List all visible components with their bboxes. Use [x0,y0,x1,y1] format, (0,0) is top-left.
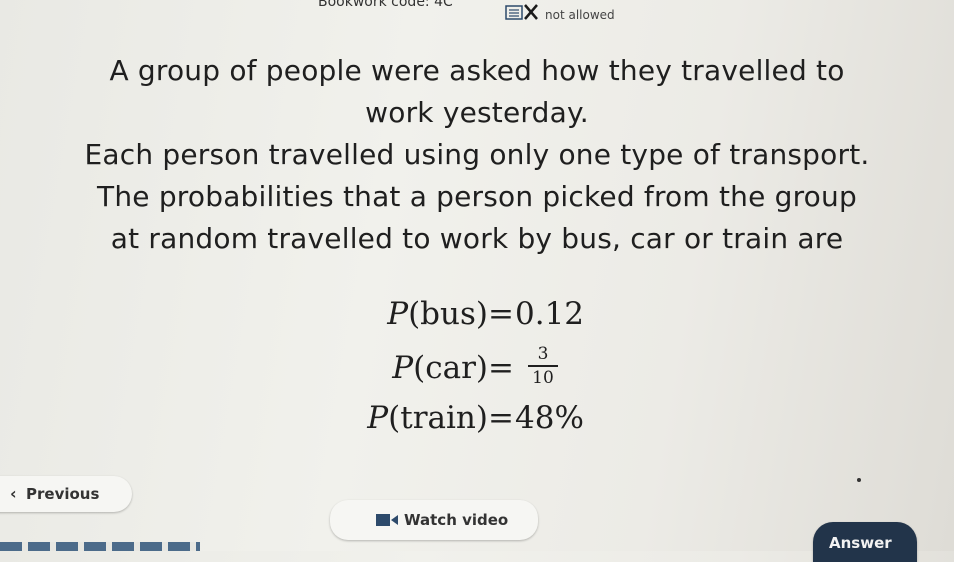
progress-strip [0,542,200,551]
question-line: A group of people were asked how they tr… [109,54,845,87]
bookwork-code: Bookwork code: 4C [318,0,453,10]
probability-car: P(car) = 3 10 [0,344,954,396]
probability-bus: P(bus) = 0.12 [387,296,585,332]
top-bar: Bookwork code: 4C not allowed [0,0,954,26]
calculator-not-allowed-icon [505,4,538,20]
probability-train-value: 48% [515,400,584,436]
probability-train: P(train) = 48% [367,400,584,436]
video-camera-icon [376,514,398,526]
question-line: at random travelled to work by bus, car … [110,222,844,255]
watch-video-button[interactable]: Watch video [330,500,538,540]
calculator-status: not allowed [545,8,615,22]
answer-button[interactable]: Answer [813,522,917,562]
probability-car-fraction: 3 10 [528,344,558,388]
previous-button[interactable]: ‹ Previous [0,476,132,512]
question-line: Each person travelled using only one typ… [84,138,870,171]
probability-bus-value: 0.12 [515,296,585,332]
chevron-left-icon: ‹ [10,484,17,503]
cursor-dot [857,478,861,482]
question-line: The probabilities that a person picked f… [97,180,857,213]
question-line: work yesterday. [365,96,589,129]
question-text: A group of people were asked how they tr… [0,50,954,260]
